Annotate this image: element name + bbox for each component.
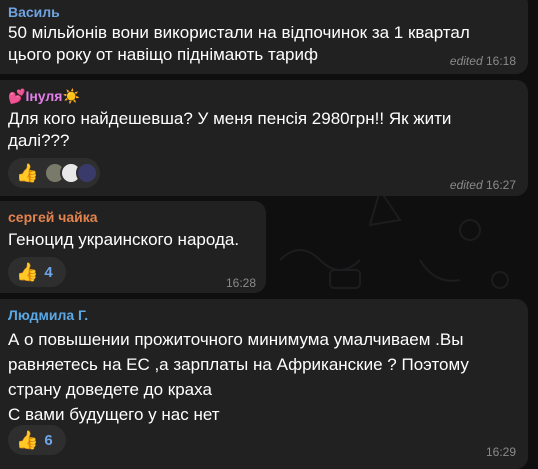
message-bubble[interactable]: сергей чайка Геноцид украинского народа.… bbox=[0, 201, 266, 293]
message-text: А о повышении прожиточного минимума умал… bbox=[8, 330, 469, 424]
message-author[interactable]: Людмила Г. bbox=[8, 307, 88, 323]
thumbs-up-icon: 👍 bbox=[16, 430, 39, 450]
message-meta: 16:29 bbox=[486, 445, 516, 459]
message-text: Для кого найдешевша? У меня пенсія 2980г… bbox=[8, 109, 452, 150]
message-bubble[interactable]: 💕Інуля☀️ Для кого найдешевша? У меня пен… bbox=[0, 80, 528, 196]
message-time: 16:29 bbox=[485, 445, 516, 459]
reaction-count: 4 bbox=[44, 263, 53, 281]
reaction-thumbs-up[interactable]: 👍 6 bbox=[8, 425, 66, 455]
reaction-avatars bbox=[44, 162, 99, 184]
edited-label: edited bbox=[449, 54, 483, 68]
thumbs-up-icon: 👍 bbox=[16, 163, 39, 183]
message-text: 50 мільйонів вони використали на відпочи… bbox=[8, 23, 470, 64]
message-meta: 16:28 bbox=[226, 276, 256, 290]
message-text: Геноцид украинского народа. bbox=[8, 230, 240, 249]
reaction-thumbs-up[interactable]: 👍 bbox=[8, 158, 100, 188]
reaction-thumbs-up[interactable]: 👍 4 bbox=[8, 257, 66, 287]
message-bubble[interactable]: Людмила Г. А о повышении прожиточного ми… bbox=[0, 299, 528, 469]
message-meta: edited 16:27 bbox=[450, 178, 516, 192]
message-time: 16:18 bbox=[485, 54, 516, 68]
message-bubble[interactable]: Василь 50 мільйонів вони використали на … bbox=[0, 0, 528, 74]
reaction-count: 6 bbox=[44, 431, 53, 449]
message-author[interactable]: сергей чайка bbox=[8, 209, 98, 225]
edited-label: edited bbox=[449, 178, 483, 192]
two-hearts-icon: 💕 bbox=[8, 88, 26, 104]
avatar bbox=[76, 162, 99, 184]
message-author[interactable]: 💕Інуля☀️ bbox=[8, 88, 80, 105]
message-meta: edited 16:18 bbox=[450, 54, 516, 68]
message-time: 16:28 bbox=[225, 276, 256, 290]
message-time: 16:27 bbox=[485, 178, 516, 192]
message-author[interactable]: Василь bbox=[8, 4, 60, 20]
thumbs-up-icon: 👍 bbox=[16, 262, 39, 282]
sun-icon: ☀️ bbox=[62, 88, 80, 104]
